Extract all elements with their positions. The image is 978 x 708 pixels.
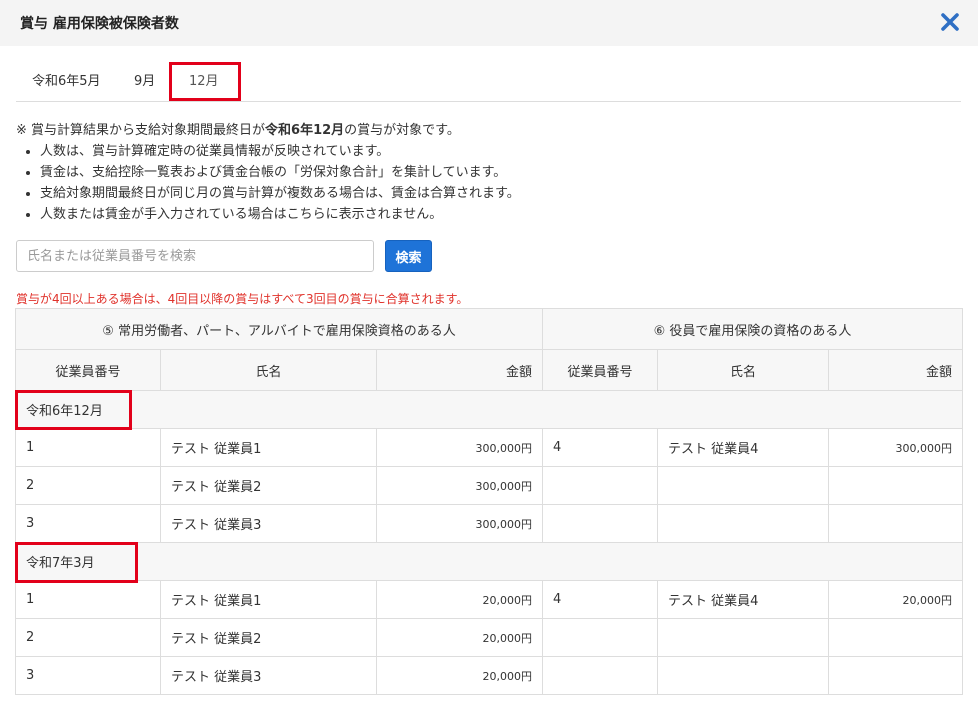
cell-name — [657, 466, 830, 505]
cell-name — [657, 656, 830, 695]
cell-name: テスト 従業員3 — [160, 504, 377, 543]
cell-amount: 20,000円 — [375, 618, 544, 657]
col-name: 氏名 — [657, 349, 830, 391]
cell-name — [657, 618, 830, 657]
notes: ※ 賞与計算結果から支給対象期間最終日が令和6年12月の賞与が対象です。 人数は… — [16, 120, 956, 225]
col-name: 氏名 — [160, 349, 377, 391]
month-tabs: 令和6年5月 9月 12月 — [16, 56, 961, 102]
cell-employee-id: 1 — [15, 580, 161, 619]
notes-lead: ※ 賞与計算結果から支給対象期間最終日が令和6年12月の賞与が対象です。 — [16, 123, 460, 138]
cell-amount: 20,000円 — [375, 656, 544, 695]
cell-employee-id: 2 — [15, 466, 161, 505]
cell-amount: 300,000円 — [375, 428, 544, 467]
cell-employee-id: 3 — [15, 504, 161, 543]
cell-name: テスト 従業員4 — [657, 428, 830, 467]
table-row: 2 テスト 従業員2 20,000円 — [15, 618, 964, 657]
cell-name — [657, 504, 830, 543]
col-amount: 金額 — [375, 349, 544, 391]
cell-name: テスト 従業員2 — [160, 466, 377, 505]
modal-header: 賞与 雇用保険被保険者数 — [0, 0, 978, 46]
table-row: 3 テスト 従業員3 300,000円 — [15, 504, 964, 543]
col-employee-id: 従業員番号 — [542, 349, 659, 391]
cell-employee-id: 3 — [15, 656, 161, 695]
cell-amount — [828, 466, 964, 505]
cell-amount — [828, 618, 964, 657]
cell-name: テスト 従業員1 — [160, 580, 377, 619]
table-row: 3 テスト 従業員3 20,000円 — [15, 656, 964, 695]
cell-employee-id — [542, 466, 659, 505]
note-item: 人数または賃金が手入力されている場合はこちらに表示されません。 — [40, 204, 956, 225]
search-input[interactable] — [16, 240, 374, 272]
col-employee-id: 従業員番号 — [15, 349, 161, 391]
table-row: 1 テスト 従業員1 300,000円 4 テスト 従業員4 300,000円 — [15, 428, 964, 467]
warning-message: 賞与が4回以上ある場合は、4回目以降の賞与はすべて3回目の賞与に合算されます。 — [16, 292, 469, 306]
group-header-row: ⑤ 常用労働者、パート、アルバイトで雇用保険資格のある人 ⑥ 役員で雇用保険の資… — [14, 308, 964, 350]
section-label: 令和6年12月 — [14, 390, 964, 429]
cell-amount: 300,000円 — [828, 428, 964, 467]
note-item: 賃金は、支給控除一覧表および賃金台帳の「労保対象合計」を集計しています。 — [40, 162, 956, 183]
group-header-regular: ⑤ 常用労働者、パート、アルバイトで雇用保険資格のある人 — [14, 308, 544, 350]
group-header-officers: ⑥ 役員で雇用保険の資格のある人 — [542, 308, 964, 350]
table-row: 2 テスト 従業員2 300,000円 — [15, 466, 964, 505]
cell-amount: 20,000円 — [375, 580, 544, 619]
cell-name: テスト 従業員2 — [160, 618, 377, 657]
cell-employee-id: 1 — [15, 428, 161, 467]
cell-amount: 300,000円 — [375, 466, 544, 505]
cell-employee-id: 4 — [542, 580, 659, 619]
tab-r6-may[interactable]: 令和6年5月 — [32, 70, 101, 89]
note-item: 支給対象期間最終日が同じ月の賞与計算が複数ある場合は、賃金は合算されます。 — [40, 183, 956, 204]
section-row: 令和7年3月 — [14, 542, 964, 581]
cell-amount: 20,000円 — [828, 580, 964, 619]
tab-september[interactable]: 9月 — [134, 70, 155, 89]
close-icon[interactable] — [938, 10, 962, 34]
cell-employee-id — [542, 656, 659, 695]
cell-name: テスト 従業員1 — [160, 428, 377, 467]
cell-name: テスト 従業員3 — [160, 656, 377, 695]
highlight-box-tab — [169, 62, 241, 101]
column-header-row: 従業員番号 氏名 金額 従業員番号 氏名 金額 — [15, 349, 964, 391]
cell-amount — [828, 504, 964, 543]
cell-employee-id — [542, 618, 659, 657]
section-row: 令和6年12月 — [14, 390, 964, 429]
cell-employee-id — [542, 504, 659, 543]
cell-amount — [828, 656, 964, 695]
col-amount: 金額 — [828, 349, 964, 391]
highlight-box-section — [15, 390, 132, 430]
search-button[interactable]: 検索 — [385, 240, 432, 272]
cell-employee-id: 4 — [542, 428, 659, 467]
insured-table: ⑤ 常用労働者、パート、アルバイトで雇用保険資格のある人 ⑥ 役員で雇用保険の資… — [14, 308, 964, 695]
cell-name: テスト 従業員4 — [657, 580, 830, 619]
cell-employee-id: 2 — [15, 618, 161, 657]
table-row: 1 テスト 従業員1 20,000円 4 テスト 従業員4 20,000円 — [15, 580, 964, 619]
notes-list: 人数は、賞与計算確定時の従業員情報が反映されています。 賃金は、支給控除一覧表お… — [16, 141, 956, 225]
note-item: 人数は、賞与計算確定時の従業員情報が反映されています。 — [40, 141, 956, 162]
section-label: 令和7年3月 — [14, 542, 964, 581]
highlight-box-section — [15, 542, 138, 583]
cell-amount: 300,000円 — [375, 504, 544, 543]
modal-title: 賞与 雇用保険被保険者数 — [20, 16, 179, 32]
